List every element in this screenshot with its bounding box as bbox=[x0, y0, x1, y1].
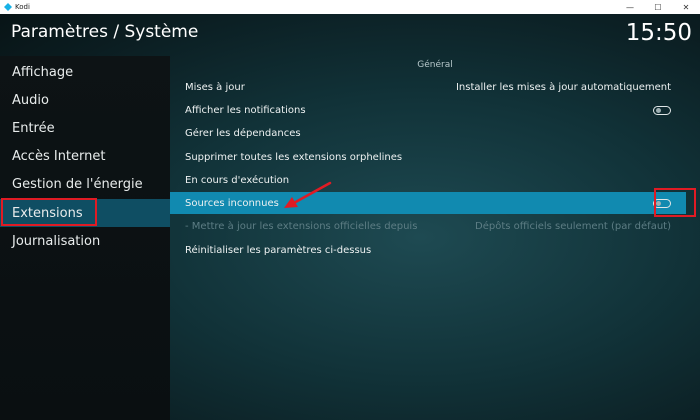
page-title: Paramètres / Système bbox=[11, 22, 199, 42]
sidebar-item-affichage[interactable]: Affichage bbox=[0, 58, 170, 86]
setting-label: Réinitialiser les paramètres ci-dessus bbox=[185, 244, 372, 256]
sidebar-item-extensions[interactable]: Extensions bbox=[0, 199, 170, 227]
sources-inconnues-toggle[interactable] bbox=[653, 198, 671, 208]
notifications-toggle[interactable] bbox=[653, 105, 671, 115]
setting-label: Supprimer toutes les extensions orphelin… bbox=[185, 151, 403, 163]
setting-label: Afficher les notifications bbox=[185, 104, 306, 116]
sidebar-item-acces-internet[interactable]: Accès Internet bbox=[0, 142, 170, 170]
close-button[interactable]: ✕ bbox=[672, 0, 700, 14]
setting-afficher-notifications[interactable]: Afficher les notifications bbox=[170, 99, 686, 121]
setting-en-cours-execution[interactable]: En cours d'exécution bbox=[170, 169, 686, 191]
sidebar-item-audio[interactable]: Audio bbox=[0, 86, 170, 114]
kodi-logo-icon bbox=[4, 3, 12, 11]
setting-label: Gérer les dépendances bbox=[185, 127, 301, 139]
setting-mettre-a-jour-officielles: - Mettre à jour les extensions officiell… bbox=[170, 215, 686, 237]
setting-label: En cours d'exécution bbox=[185, 174, 290, 186]
setting-label: - Mettre à jour les extensions officiell… bbox=[185, 220, 418, 232]
annotation-arrow-icon bbox=[284, 181, 332, 208]
setting-mises-a-jour[interactable]: Mises à jour Installer les mises à jour … bbox=[170, 76, 686, 98]
setting-value: Dépôts officiels seulement (par défaut) bbox=[475, 220, 671, 232]
sidebar: Affichage Audio Entrée Accès Internet Ge… bbox=[0, 56, 170, 420]
setting-label: Sources inconnues bbox=[185, 197, 279, 209]
toggle-knob bbox=[656, 200, 661, 206]
minimize-button[interactable]: — bbox=[616, 0, 644, 14]
setting-label: Mises à jour bbox=[185, 81, 245, 93]
setting-reinitialiser[interactable]: Réinitialiser les paramètres ci-dessus bbox=[170, 239, 686, 261]
kodi-app: Paramètres / Système 15:50 Affichage Aud… bbox=[0, 14, 700, 420]
window-titlebar: Kodi — ☐ ✕ bbox=[0, 0, 700, 14]
setting-sources-inconnues[interactable]: Sources inconnues bbox=[170, 192, 686, 214]
setting-supprimer-orphelines[interactable]: Supprimer toutes les extensions orphelin… bbox=[170, 146, 686, 168]
clock: 15:50 bbox=[625, 20, 692, 46]
window-controls: — ☐ ✕ bbox=[616, 0, 700, 14]
sidebar-item-entree[interactable]: Entrée bbox=[0, 114, 170, 142]
sidebar-item-gestion-energie[interactable]: Gestion de l'énergie bbox=[0, 170, 170, 198]
toggle-knob bbox=[656, 107, 661, 113]
setting-value: Installer les mises à jour automatiqueme… bbox=[455, 81, 671, 93]
sidebar-item-journalisation[interactable]: Journalisation bbox=[0, 227, 170, 255]
section-title: Général bbox=[417, 60, 453, 70]
setting-gerer-dependances[interactable]: Gérer les dépendances bbox=[170, 122, 686, 144]
window-title: Kodi bbox=[15, 3, 30, 11]
maximize-button[interactable]: ☐ bbox=[644, 0, 672, 14]
